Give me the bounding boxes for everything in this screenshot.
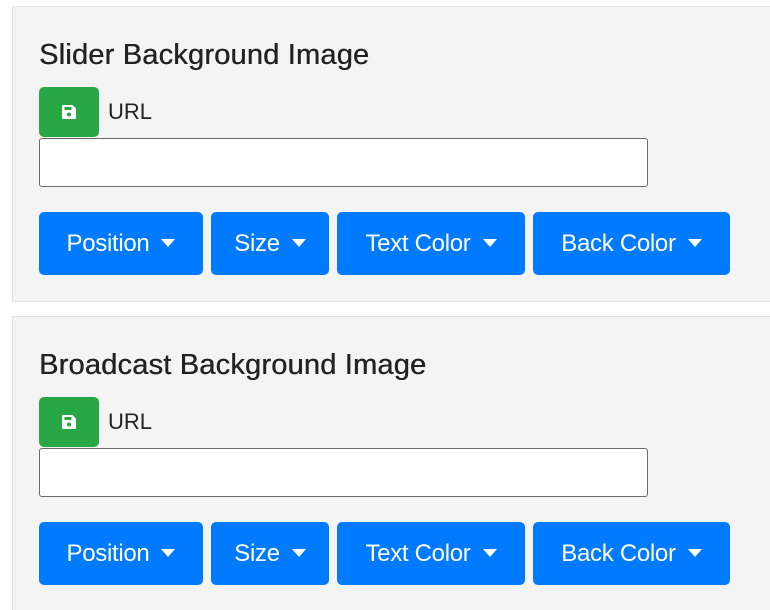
save-icon bbox=[62, 105, 76, 119]
slider-size-label: Size bbox=[234, 229, 280, 257]
broadcast-size-label: Size bbox=[234, 539, 280, 567]
broadcast-text-color-label: Text Color bbox=[365, 539, 471, 567]
broadcast-back-color-dropdown[interactable]: Back Color bbox=[533, 522, 730, 585]
caret-down-icon bbox=[687, 548, 702, 557]
broadcast-back-color-label: Back Color bbox=[561, 539, 676, 567]
caret-down-icon bbox=[161, 548, 176, 557]
caret-down-icon bbox=[482, 238, 497, 247]
slider-url-input[interactable] bbox=[39, 138, 648, 187]
slider-back-color-dropdown[interactable]: Back Color bbox=[533, 212, 730, 275]
broadcast-size-dropdown[interactable]: Size bbox=[211, 522, 329, 585]
broadcast-position-label: Position bbox=[66, 539, 150, 567]
caret-down-icon bbox=[291, 548, 306, 557]
caret-down-icon bbox=[687, 238, 702, 247]
slider-background-panel: Slider Background Image URL Position Siz… bbox=[12, 6, 770, 302]
slider-back-color-label: Back Color bbox=[561, 229, 676, 257]
slider-url-label: URL bbox=[108, 99, 153, 124]
broadcast-save-button[interactable] bbox=[39, 397, 99, 447]
slider-position-dropdown[interactable]: Position bbox=[39, 212, 203, 275]
slider-text-color-label: Text Color bbox=[365, 229, 471, 257]
broadcast-text-color-dropdown[interactable]: Text Color bbox=[337, 522, 525, 585]
slider-position-label: Position bbox=[66, 229, 150, 257]
broadcast-background-panel: Broadcast Background Image URL Position … bbox=[12, 316, 770, 610]
slider-save-button[interactable] bbox=[39, 87, 99, 137]
slider-background-title: Slider Background Image bbox=[39, 39, 370, 71]
caret-down-icon bbox=[482, 548, 497, 557]
broadcast-position-dropdown[interactable]: Position bbox=[39, 522, 203, 585]
caret-down-icon bbox=[161, 238, 176, 247]
caret-down-icon bbox=[291, 238, 306, 247]
broadcast-url-label: URL bbox=[108, 409, 153, 434]
broadcast-background-title: Broadcast Background Image bbox=[39, 349, 427, 381]
save-icon bbox=[62, 415, 76, 429]
broadcast-url-input[interactable] bbox=[39, 448, 648, 497]
slider-text-color-dropdown[interactable]: Text Color bbox=[337, 212, 525, 275]
slider-size-dropdown[interactable]: Size bbox=[211, 212, 329, 275]
